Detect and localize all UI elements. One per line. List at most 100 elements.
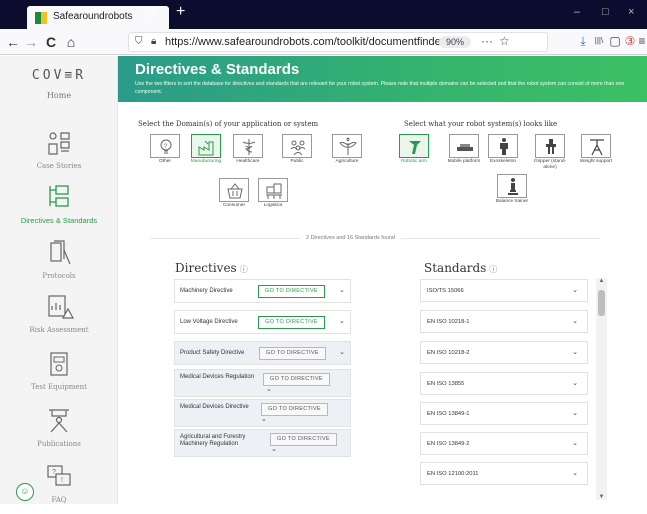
minimize-button[interactable]: – bbox=[574, 6, 580, 18]
svg-text:?: ? bbox=[164, 144, 168, 150]
domain-option-other[interactable]: ? Other bbox=[150, 134, 180, 170]
sidebar-item-test-equipment[interactable]: Test Equipment bbox=[0, 349, 118, 401]
standard-name: EN ISO 13849-1 bbox=[427, 411, 470, 417]
sidebar-item-protocols[interactable]: Protocols bbox=[0, 238, 118, 290]
extension-icon[interactable]: ③ bbox=[622, 34, 638, 48]
chevron-down-icon[interactable]: ⌄ bbox=[572, 348, 578, 356]
menu-icon[interactable]: ≡ bbox=[637, 34, 647, 48]
directive-row[interactable]: Machinery Directive GO TO DIRECTIVE ⌄ bbox=[174, 279, 351, 303]
directive-row[interactable]: Low Voltage Directive GO TO DIRECTIVE ⌄ bbox=[174, 310, 351, 334]
chevron-down-icon[interactable]: ⌄ bbox=[572, 469, 578, 477]
risk-assessment-icon bbox=[48, 295, 74, 319]
option-box bbox=[233, 134, 263, 158]
sidebar-toggle-icon[interactable]: ▢ bbox=[607, 34, 623, 48]
page-actions-button[interactable]: ··· bbox=[481, 34, 493, 48]
directives-standards-icon bbox=[49, 185, 69, 207]
domain-option-consumer[interactable]: Consumer bbox=[219, 178, 249, 214]
page-header: Directives & Standards Use the two filte… bbox=[118, 56, 647, 102]
info-icon[interactable]: ⓘ bbox=[240, 265, 248, 274]
cover-logo[interactable]: COV≡R bbox=[0, 68, 118, 83]
home-button[interactable]: ⌂ bbox=[62, 33, 80, 51]
go-to-directive-button[interactable]: GO TO DIRECTIVE bbox=[258, 316, 325, 329]
directive-name: Low Voltage Directive bbox=[180, 319, 238, 325]
svg-text:!: ! bbox=[61, 477, 63, 484]
go-to-directive-button[interactable]: GO TO DIRECTIVE bbox=[261, 403, 328, 416]
domain-option-healthcare[interactable]: Healthcare bbox=[233, 134, 263, 170]
scroll-down-arrow-icon[interactable]: ▼ bbox=[596, 494, 607, 500]
sidebar-item-case-stories[interactable]: Case Stories bbox=[0, 128, 118, 180]
chevron-down-icon[interactable]: ⌄ bbox=[271, 445, 277, 453]
standard-row[interactable]: EN ISO 13849-2 ⌄ bbox=[420, 432, 588, 455]
lock-icon[interactable]: 🔒︎ bbox=[151, 36, 156, 47]
sidebar-item-risk-assessment[interactable]: Risk Assessment bbox=[0, 292, 118, 344]
close-window-button[interactable]: × bbox=[628, 6, 634, 18]
sidebar-item-publications[interactable]: Publications bbox=[0, 406, 118, 458]
shopping-basket-icon bbox=[227, 183, 243, 199]
standard-row[interactable]: EN ISO 13855 ⌄ bbox=[420, 372, 588, 395]
exoskeleton-icon bbox=[500, 138, 508, 155]
bookmark-star-icon[interactable]: ☆ bbox=[499, 34, 510, 48]
go-to-directive-button[interactable]: GO TO DIRECTIVE bbox=[263, 373, 330, 386]
option-box: ? bbox=[150, 134, 180, 158]
directive-row[interactable]: Agricultural and Forestry Machinery Regu… bbox=[174, 429, 351, 457]
forward-button[interactable]: → bbox=[22, 33, 40, 51]
new-tab-button[interactable]: + bbox=[176, 3, 185, 21]
go-to-directive-button[interactable]: GO TO DIRECTIVE bbox=[270, 433, 337, 446]
home-link[interactable]: Home bbox=[0, 91, 118, 100]
downloads-icon[interactable]: ⤓ bbox=[575, 34, 591, 49]
system-option-weight-support[interactable]: Weight support bbox=[580, 134, 612, 170]
chevron-down-icon[interactable]: ⌄ bbox=[572, 379, 578, 387]
chevron-down-icon[interactable]: ⌄ bbox=[339, 317, 345, 325]
standard-row[interactable]: EN ISO 10218-2 ⌄ bbox=[420, 341, 588, 364]
domain-option-agriculture[interactable]: Agriculture bbox=[332, 134, 362, 170]
reload-button[interactable]: C bbox=[42, 33, 60, 51]
system-option-gripper[interactable]: Gripper (stand-alone) bbox=[534, 134, 566, 170]
back-button[interactable]: ← bbox=[4, 33, 22, 51]
tracking-shield-icon[interactable]: ⛉ bbox=[135, 36, 143, 47]
domain-option-manufacturing[interactable]: Manufacturing bbox=[191, 134, 221, 170]
tab-close-icon[interactable]: × bbox=[150, 9, 156, 21]
system-option-balance-trainer[interactable]: Balance trainer bbox=[496, 174, 528, 210]
scroll-up-arrow-icon[interactable]: ▲ bbox=[596, 278, 607, 284]
standard-row[interactable]: EN ISO 12100:2011 ⌄ bbox=[420, 462, 588, 485]
go-to-directive-button[interactable]: GO TO DIRECTIVE bbox=[258, 285, 325, 298]
directive-name: Agricultural and Forestry Machinery Regu… bbox=[180, 434, 246, 447]
url-bar[interactable]: ⛉ 🔒︎ https://www.safearoundrobots.com/to… bbox=[128, 32, 548, 52]
sidebar-item-directives-standards[interactable]: Directives & Standards bbox=[0, 182, 118, 234]
standard-row[interactable]: EN ISO 10218-1 ⌄ bbox=[420, 310, 588, 333]
url-text[interactable]: https://www.safearoundrobots.com/toolkit… bbox=[165, 36, 444, 48]
domain-option-logistics[interactable]: Logistics bbox=[258, 178, 288, 214]
directive-name: Product Safety Directive bbox=[180, 350, 245, 356]
chevron-down-icon[interactable]: ⌄ bbox=[339, 348, 345, 356]
chat-help-button[interactable]: ☺ bbox=[16, 483, 34, 501]
zoom-badge[interactable]: 90% bbox=[439, 36, 472, 48]
option-box bbox=[399, 134, 429, 158]
system-option-mobile-platform[interactable]: Mobile platform bbox=[448, 134, 480, 170]
chevron-down-icon[interactable]: ⌄ bbox=[572, 439, 578, 447]
chevron-down-icon[interactable]: ⌄ bbox=[339, 286, 345, 294]
directive-row[interactable]: Product Safety Directive GO TO DIRECTIVE… bbox=[174, 341, 351, 365]
library-icon[interactable]: |||\ bbox=[591, 36, 607, 45]
chevron-down-icon[interactable]: ⌄ bbox=[572, 317, 578, 325]
standard-row[interactable]: EN ISO 13849-1 ⌄ bbox=[420, 402, 588, 425]
browser-tab[interactable]: Safearoundrobots bbox=[27, 6, 169, 29]
chevron-down-icon[interactable]: ⌄ bbox=[572, 409, 578, 417]
people-icon bbox=[290, 140, 306, 156]
maximize-button[interactable]: □ bbox=[602, 6, 609, 18]
system-option-exoskeleton[interactable]: Exoskeleton bbox=[488, 134, 518, 170]
chevron-down-icon[interactable]: ⌄ bbox=[572, 286, 578, 294]
scrollbar-thumb[interactable] bbox=[598, 290, 605, 316]
go-to-directive-button[interactable]: GO TO DIRECTIVE bbox=[259, 347, 326, 360]
standards-scrollbar[interactable]: ▲ ▼ bbox=[596, 278, 607, 500]
mobile-platform-icon bbox=[457, 144, 473, 151]
info-icon[interactable]: ⓘ bbox=[489, 265, 497, 274]
standard-row[interactable]: ISO/TS 15066 ⌄ bbox=[420, 279, 588, 302]
chevron-down-icon[interactable]: ⌄ bbox=[261, 415, 267, 423]
domain-option-public[interactable]: Public bbox=[282, 134, 312, 170]
standards-title: Standards bbox=[424, 261, 487, 275]
tab-title: Safearoundrobots bbox=[53, 11, 133, 22]
system-option-robotic-arm[interactable]: Robotic arm bbox=[399, 134, 429, 170]
directive-row[interactable]: Medical Devices Directive GO TO DIRECTIV… bbox=[174, 399, 351, 427]
directive-row[interactable]: Medical Devices Regulation GO TO DIRECTI… bbox=[174, 369, 351, 397]
chevron-down-icon[interactable]: ⌄ bbox=[266, 385, 272, 393]
